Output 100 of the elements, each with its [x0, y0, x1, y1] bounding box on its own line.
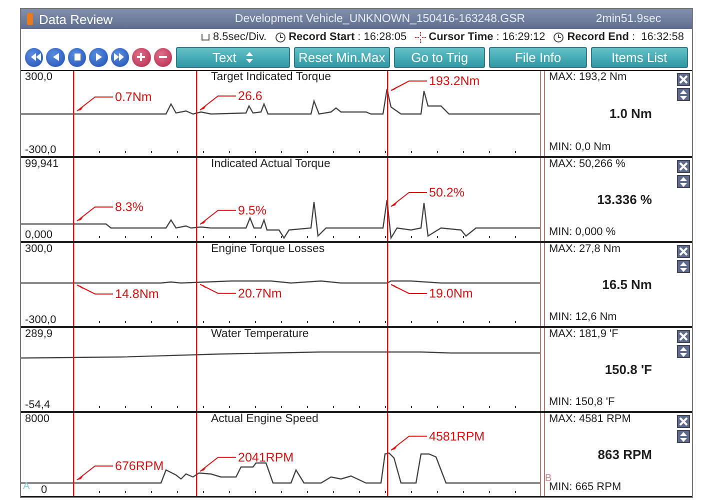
plus-icon	[135, 51, 148, 63]
pointer-arrow	[390, 284, 428, 294]
cursor-value: 676RPM	[115, 459, 164, 473]
close-button[interactable]	[677, 415, 690, 428]
close-button[interactable]	[677, 330, 690, 343]
up-down-icon	[680, 346, 687, 356]
max-reading: MAX: 181,9 'F	[549, 328, 620, 342]
y-max-label: 300,0	[25, 71, 53, 83]
resize-button[interactable]	[677, 260, 690, 273]
clock-icon	[274, 32, 286, 42]
min-reading: MIN: 12,6 Nm	[549, 311, 618, 325]
y-min-label: 0	[41, 484, 48, 496]
resize-button[interactable]	[677, 345, 690, 358]
time-reading: Cursor Time : 16:29:12	[428, 31, 546, 43]
pointer-arrow	[390, 192, 428, 207]
toolbar-button[interactable]: Reset Min.Max	[294, 46, 390, 68]
time-reading: Record Start : 16:28:05	[288, 31, 407, 43]
window-title: Data Review	[39, 12, 114, 26]
rewind-button[interactable]	[25, 48, 44, 66]
play-button[interactable]	[89, 48, 108, 66]
pointer-arrow	[200, 284, 236, 294]
close-icon	[679, 162, 688, 171]
clock-icon	[553, 32, 564, 42]
close-button[interactable]	[677, 245, 690, 258]
cursor-value: 0.7Nm	[115, 90, 152, 104]
pointer-arrow	[200, 456, 236, 472]
close-button[interactable]	[677, 73, 690, 86]
pointer-arrow	[390, 436, 428, 451]
current-value: 1.0 Nm	[608, 104, 652, 122]
y-max-label: 300,0	[25, 243, 53, 255]
pointer-arrow	[76, 206, 114, 222]
y-min-label: 0,000	[25, 229, 53, 241]
toolbar-button[interactable]: Items List	[590, 46, 688, 68]
max-reading: MAX: 4581 RPM	[549, 413, 632, 427]
time-reading: Record End : 16:32:58	[567, 31, 684, 43]
channel-title: Engine Torque Losses	[211, 243, 325, 255]
flag-icon	[27, 13, 33, 25]
up-down-icon	[680, 262, 687, 272]
cursor-value: 19.0Nm	[429, 286, 473, 300]
min-reading: MIN: 150,8 'F	[549, 396, 616, 410]
pointer-arrow	[200, 96, 236, 110]
crosshair-icon	[414, 32, 426, 42]
toolbar-button[interactable]: Go to Trig	[394, 46, 486, 68]
spinner-icon	[246, 52, 254, 62]
display-mode-select[interactable]: Text	[176, 46, 290, 68]
close-button[interactable]	[677, 160, 690, 173]
up-down-icon	[680, 90, 687, 100]
cursor-line[interactable]	[387, 158, 388, 241]
up-down-icon	[680, 176, 687, 186]
duration: 2min51.9sec	[594, 13, 662, 25]
current-value: 863 RPM	[596, 446, 652, 464]
y-max-label: 289,9	[25, 328, 53, 340]
file-name: Development Vehicle_UNKNOWN_150416-163248.GSR	[234, 13, 526, 25]
cursor-value: 8.3%	[115, 200, 144, 214]
min-reading: MIN: 665 RPM	[549, 481, 622, 495]
fast-forward-icon	[113, 51, 126, 63]
back-button[interactable]	[46, 48, 65, 66]
close-icon	[679, 332, 688, 341]
pointer-arrow	[390, 80, 428, 91]
cursor-marker: A	[23, 481, 30, 492]
close-icon	[679, 75, 688, 84]
cursor-value: 14.8Nm	[115, 287, 159, 301]
min-reading: MIN: 0,000 %	[549, 226, 617, 240]
y-min-label: -300,0	[25, 144, 56, 156]
pointer-arrow	[200, 210, 236, 225]
toolbar-button[interactable]: File Info	[489, 46, 587, 68]
max-reading: MAX: 27,8 Nm	[549, 243, 622, 257]
cursor-value: 2041RPM	[238, 450, 294, 464]
current-value: 13.336 %	[596, 190, 652, 208]
pointer-arrow	[76, 284, 114, 294]
close-icon	[679, 247, 688, 256]
cursor-value: 193.2Nm	[429, 74, 480, 88]
close-icon	[679, 417, 688, 426]
cursor-value: 4581RPM	[429, 429, 485, 444]
y-min-label: -300,0	[25, 314, 56, 326]
zoom-in-button[interactable]	[132, 48, 151, 66]
resize-button[interactable]	[677, 175, 690, 188]
current-value: 16.5 Nm	[601, 276, 652, 294]
resize-button[interactable]	[677, 88, 690, 101]
pointer-arrow	[76, 96, 114, 112]
cursor-value: 9.5%	[238, 203, 266, 218]
channel-title: Target Indicated Torque	[211, 71, 331, 83]
max-reading: MAX: 193,2 Nm	[549, 71, 628, 85]
current-value: 150.8 'F	[604, 360, 652, 378]
time-scale: 8.5sec/Div.	[213, 31, 267, 43]
resize-button[interactable]	[677, 430, 690, 443]
fast-forward-button[interactable]	[110, 48, 130, 66]
zoom-out-button[interactable]	[154, 48, 172, 66]
scale-icon	[201, 33, 210, 41]
pointer-arrow	[76, 466, 114, 480]
y-max-label: 99,941	[25, 158, 59, 170]
min-reading: MIN: 0,0 Nm	[549, 141, 612, 155]
channel-title: Actual Engine Speed	[211, 413, 318, 425]
cursor-value: 20.7Nm	[238, 286, 282, 300]
y-max-label: 8000	[25, 413, 50, 425]
max-reading: MAX: 50,266 %	[549, 158, 626, 172]
stop-button[interactable]	[68, 48, 86, 66]
cursor-value: 26.6	[238, 89, 262, 103]
channel-title: Indicated Actual Torque	[211, 158, 330, 170]
up-down-icon	[680, 432, 687, 442]
